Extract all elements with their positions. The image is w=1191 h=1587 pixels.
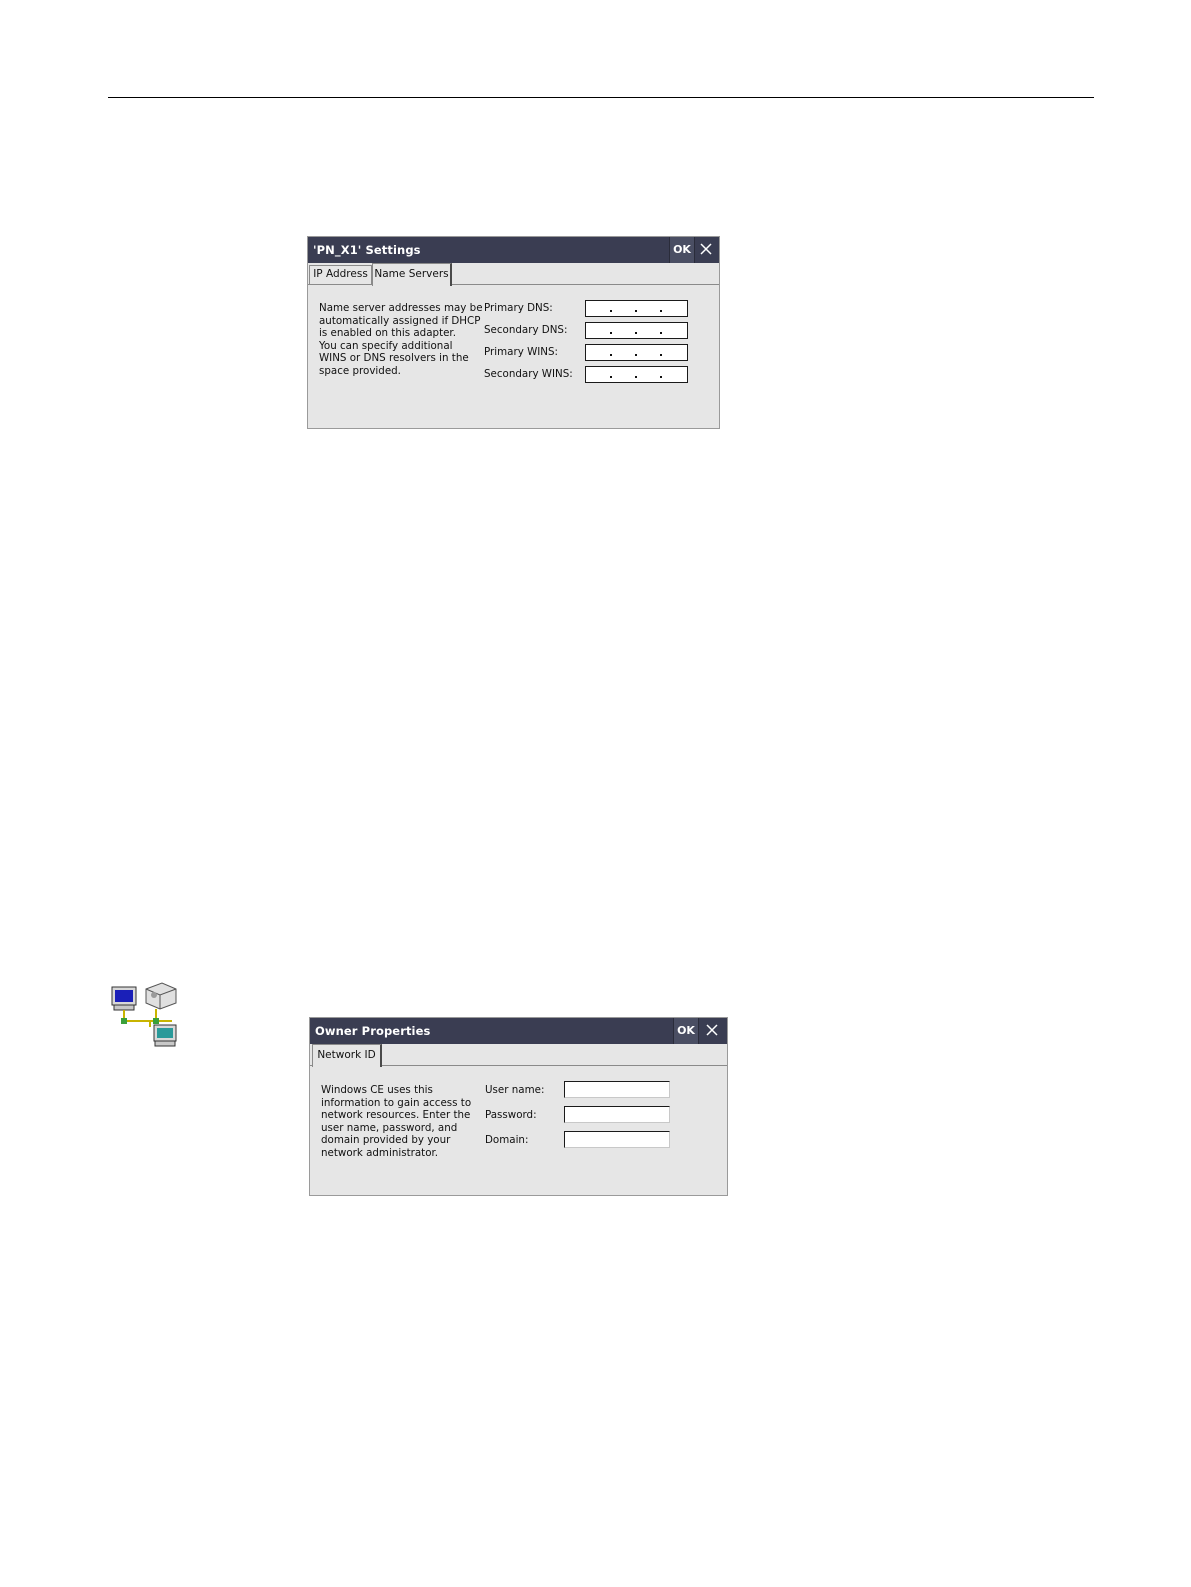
- domain-input[interactable]: [564, 1131, 670, 1148]
- tab-name-servers[interactable]: Name Servers: [372, 263, 452, 286]
- ip-separator: [660, 376, 662, 378]
- pn-x1-settings-dialog: 'PN_X1' Settings OK IP Address Name Serv…: [307, 236, 720, 429]
- ip-separator: [610, 310, 612, 312]
- owner-properties-dialog: Owner Properties OK Network ID Windows C…: [309, 1017, 728, 1196]
- secondary-dns-label: Secondary DNS:: [484, 324, 568, 336]
- description-line: WINS or DNS resolvers in the: [319, 352, 469, 365]
- ip-separator: [635, 310, 637, 312]
- description-line: network resources. Enter the: [321, 1109, 471, 1122]
- ip-separator: [635, 354, 637, 356]
- ok-button[interactable]: OK: [673, 1018, 699, 1044]
- primary-dns-label: Primary DNS:: [484, 302, 553, 314]
- secondary-dns-input[interactable]: [585, 322, 688, 339]
- close-button[interactable]: [694, 237, 718, 263]
- description-line: You can specify additional: [319, 339, 453, 352]
- dialog-description: Name server addresses may be automatical…: [319, 302, 483, 378]
- description-line: Windows CE uses this: [321, 1084, 433, 1096]
- description-line: automatically assigned if DHCP: [319, 314, 481, 327]
- domain-label: Domain:: [485, 1134, 529, 1146]
- primary-dns-input[interactable]: [585, 300, 688, 317]
- description-line: space provided.: [319, 364, 401, 377]
- ip-separator: [660, 332, 662, 334]
- secondary-wins-label: Secondary WINS:: [484, 368, 573, 380]
- description-line: user name, password, and: [321, 1121, 458, 1134]
- ip-separator: [610, 332, 612, 334]
- ok-button[interactable]: OK: [669, 237, 695, 263]
- user-name-input[interactable]: [564, 1081, 670, 1098]
- description-line: network administrator.: [321, 1146, 439, 1159]
- close-icon: [706, 1024, 718, 1036]
- secondary-wins-input[interactable]: [585, 366, 688, 383]
- password-input[interactable]: [564, 1106, 670, 1123]
- ip-separator: [660, 354, 662, 356]
- primary-wins-input[interactable]: [585, 344, 688, 361]
- page-header-rule: [108, 97, 1094, 98]
- dialog-titlebar: 'PN_X1' Settings OK: [308, 237, 719, 263]
- tab-ip-address[interactable]: IP Address: [309, 265, 372, 284]
- description-line: Name server addresses may be: [319, 302, 483, 314]
- close-button[interactable]: [700, 1018, 724, 1044]
- dialog-description: Windows CE uses this information to gain…: [321, 1084, 471, 1160]
- tab-network-id[interactable]: Network ID: [312, 1044, 382, 1067]
- description-line: information to gain access to: [321, 1096, 472, 1109]
- close-icon: [700, 243, 712, 255]
- ip-separator: [610, 354, 612, 356]
- dialog-title: 'PN_X1' Settings: [313, 243, 421, 257]
- network-computers-icon: [111, 982, 177, 1047]
- dialog-titlebar: Owner Properties OK: [310, 1018, 727, 1044]
- ip-separator: [660, 310, 662, 312]
- description-line: domain provided by your: [321, 1134, 451, 1147]
- dialog-title: Owner Properties: [315, 1024, 431, 1038]
- ip-separator: [610, 376, 612, 378]
- user-name-label: User name:: [485, 1084, 545, 1096]
- ip-separator: [635, 376, 637, 378]
- password-label: Password:: [485, 1109, 537, 1121]
- description-line: is enabled on this adapter.: [319, 327, 456, 340]
- ip-separator: [635, 332, 637, 334]
- tab-baseline: [308, 284, 719, 285]
- primary-wins-label: Primary WINS:: [484, 346, 558, 358]
